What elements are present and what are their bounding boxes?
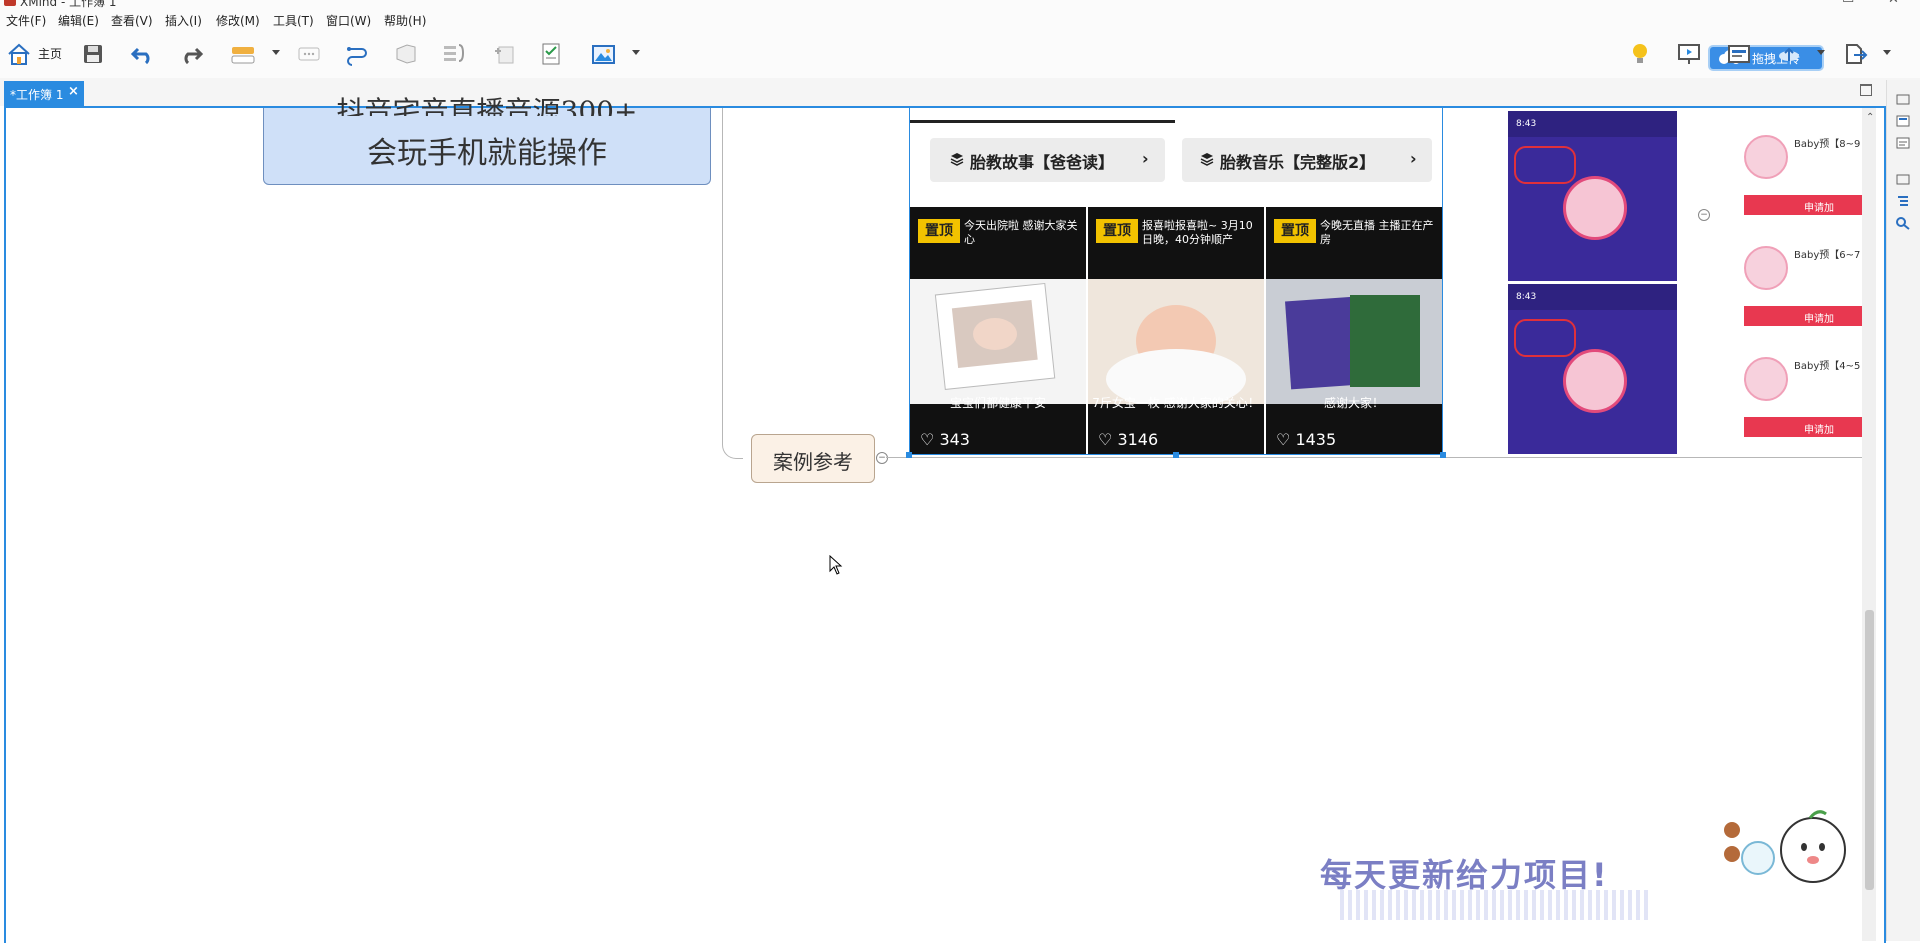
tab-label: *工作簿 1 [10,88,64,102]
group-list-item: Baby预【8~9 申请加 [1744,135,1864,215]
phone-time: 8:43 [1516,119,1537,129]
relationship-icon[interactable] [344,41,370,67]
save-icon[interactable] [80,41,106,67]
scroll-up-icon[interactable]: ⌃ [1866,112,1874,123]
group-avatar [1744,246,1788,290]
branch-connector [722,108,743,459]
image-icon[interactable] [590,41,616,67]
format-panel-icon[interactable] [1895,114,1911,128]
apply-join-button: 申请加 [1744,417,1864,437]
close-window-icon[interactable]: ✕ [1888,0,1899,7]
mascot-sticker-icon [1724,810,1846,883]
menu-insert[interactable]: 插入(I) [165,12,202,29]
close-tab-icon[interactable]: × [68,84,79,99]
apply-join-label: 申请加 [1804,425,1834,436]
live-room-screenshot[interactable]: 8:43 [1508,111,1677,281]
menu-edit[interactable]: 编辑(E) [58,12,99,29]
chevron-down-icon[interactable] [1817,50,1825,55]
note-icon[interactable] [491,41,517,67]
root-topic[interactable]: 抖音宅音直播音源300+ 会玩手机就能操作 [263,95,711,185]
redo-icon[interactable] [178,41,204,67]
resize-handle[interactable] [906,452,912,458]
outline-view-icon[interactable] [1726,41,1752,67]
chevron-down-icon[interactable] [632,50,640,55]
properties-panel-icon[interactable] [1895,136,1911,150]
toolbar: 主页 拖拽上传 [0,30,1920,79]
maximize-icon[interactable]: ▭ [1842,0,1854,7]
menu-window[interactable]: 窗口(W) [326,12,371,29]
group-list-item: Baby预【4~5 申请加 [1744,357,1864,437]
host-avatar [1563,176,1627,240]
image-selection-frame [909,108,1443,455]
resize-handle[interactable] [1173,452,1179,458]
promo-banner-text: 每天更新给力项目! [1320,856,1609,894]
share-cloud-icon[interactable] [1776,41,1802,67]
host-avatar [1563,349,1627,413]
red-highlight-mark [1514,319,1576,357]
branch-line [886,457,1866,458]
case-reference-label: 案例参考 [773,450,853,474]
group-name: Baby预【8~9 [1794,139,1861,150]
task-icon[interactable] [538,41,564,67]
undo-icon[interactable] [130,41,156,67]
apply-join-button: 申请加 [1744,306,1864,326]
collapse-toggle-icon[interactable]: − [1698,209,1710,221]
resize-handle[interactable] [1440,452,1446,458]
export-icon[interactable] [1842,41,1868,67]
search-icon[interactable] [1895,216,1911,230]
group-list-item: Baby预【6~7 申请加 [1744,246,1864,326]
apply-join-label: 申请加 [1804,203,1834,214]
collapse-toggle-icon[interactable]: − [876,452,888,464]
callout-icon[interactable] [296,41,322,67]
scrollbar-thumb[interactable] [1865,610,1874,890]
home-label[interactable]: 主页 [38,45,62,62]
menu-bar: 文件(F) 编辑(E) 查看(V) 插入(I) 修改(M) 工具(T) 窗口(W… [0,10,1920,30]
chevron-down-icon[interactable] [272,50,280,55]
phone-time: 8:43 [1516,292,1537,302]
root-topic-line2: 会玩手机就能操作 [367,136,607,171]
menu-view[interactable]: 查看(V) [111,12,153,29]
red-highlight-mark [1514,146,1576,184]
topic-style-icon[interactable] [230,41,256,67]
boundary-icon[interactable] [393,41,419,67]
menu-help[interactable]: 帮助(H) [384,12,426,29]
group-avatar [1744,135,1788,179]
presentation-icon[interactable] [1676,41,1702,67]
summary-icon[interactable] [441,41,467,67]
home-icon[interactable] [6,41,32,67]
xmind-app-icon [4,0,16,6]
root-topic-line1: 抖音宅音直播音源300+ [336,95,638,116]
panel-restore-icon[interactable] [1895,92,1911,106]
panel-restore-icon[interactable] [1895,172,1911,186]
group-name: Baby预【6~7 [1794,250,1861,261]
group-name: Baby预【4~5 [1794,361,1861,372]
lightbulb-icon[interactable] [1627,41,1653,67]
live-room-screenshot[interactable]: 8:43 [1508,284,1677,454]
menu-tools[interactable]: 工具(T) [273,12,314,29]
maximize-editor-icon[interactable] [1860,84,1872,96]
window-title: XMind - 工作簿 1 [20,0,117,9]
case-reference-topic[interactable]: 案例参考 [751,434,875,483]
menu-modify[interactable]: 修改(M) [216,12,260,29]
mouse-cursor-icon [829,555,843,575]
side-panel [1886,80,1920,941]
apply-join-button: 申请加 [1744,195,1864,215]
group-avatar [1744,357,1788,401]
menu-file[interactable]: 文件(F) [6,12,46,29]
tab-workbook-1[interactable]: *工作簿 1 × [4,81,84,106]
outline-panel-icon[interactable] [1895,194,1911,208]
chevron-down-icon[interactable] [1883,50,1891,55]
title-bar: XMind - 工作簿 1 ▭ ✕ [0,0,1920,10]
apply-join-label: 申请加 [1804,314,1834,325]
